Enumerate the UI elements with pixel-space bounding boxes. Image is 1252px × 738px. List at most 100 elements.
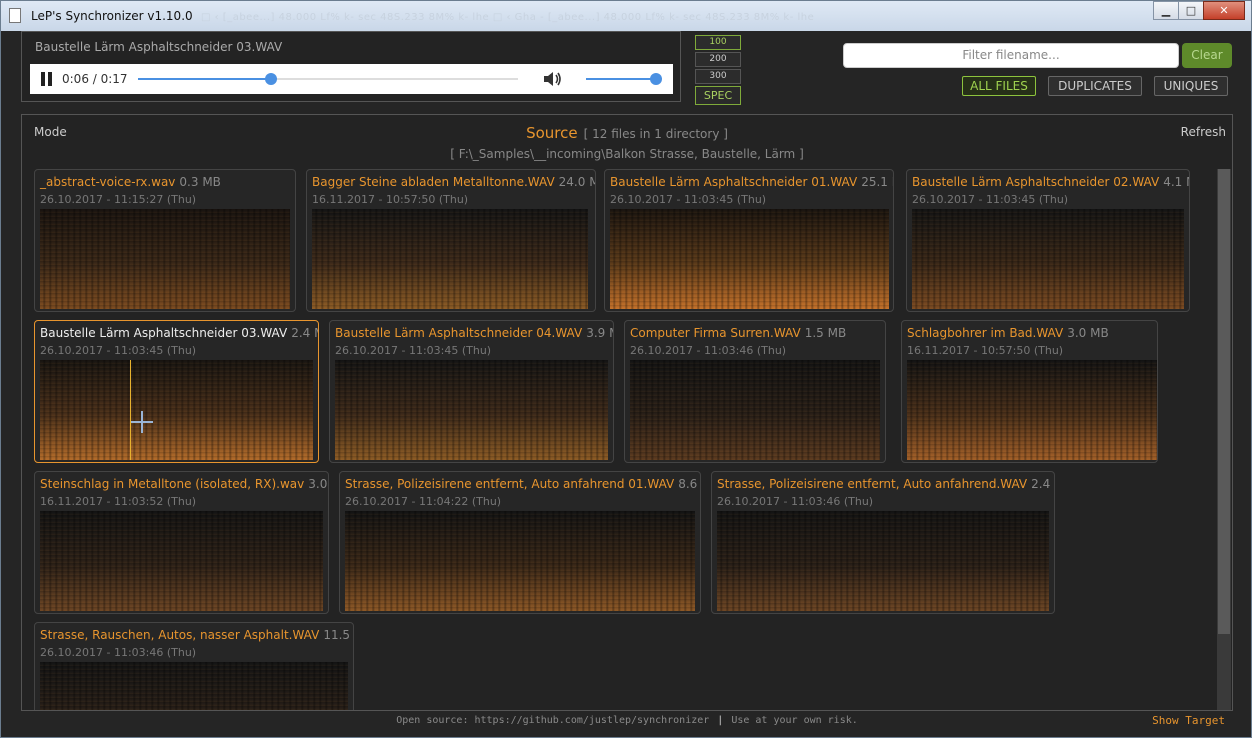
file-name: Baustelle Lärm Asphaltschneider 02.WAV 4.…: [912, 175, 1189, 189]
spectrogram[interactable]: [40, 209, 290, 309]
app-window: LeP's Synchronizer v1.10.0 □ ‹ [_abee...…: [0, 0, 1252, 738]
file-size: 3.0 MB: [308, 477, 328, 491]
file-card[interactable]: _abstract-voice-rx.wav 0.3 MB 26.10.2017 -…: [34, 169, 296, 312]
file-date: 26.10.2017 - 11:03:46 (Thu): [717, 495, 874, 508]
file-size: 8.6 MB: [678, 477, 700, 491]
file-name-text: Baustelle Lärm Asphaltschneider 01.WAV: [610, 175, 858, 189]
file-card[interactable]: Strasse, Polizeisirene entfernt, Auto an…: [339, 471, 701, 614]
file-card[interactable]: Schlagbohrer im Bad.WAV 3.0 MB 16.11.2017 …: [901, 320, 1158, 463]
maximize-icon[interactable]: □: [1178, 1, 1204, 20]
filter-input[interactable]: Filter filename...: [843, 43, 1179, 68]
uniques-button[interactable]: UNIQUES: [1154, 76, 1228, 96]
all-files-button[interactable]: ALL FILES: [962, 76, 1036, 96]
close-icon[interactable]: ✕: [1203, 1, 1245, 20]
file-name: Baustelle Lärm Asphaltschneider 01.WAV 25…: [610, 175, 893, 189]
file-name: Strasse, Polizeisirene entfernt, Auto an…: [717, 477, 1054, 491]
file-card[interactable]: Baustelle Lärm Asphaltschneider 01.WAV 25…: [604, 169, 894, 312]
file-card[interactable]: Baustelle Lärm Asphaltschneider 02.WAV 4.…: [906, 169, 1190, 312]
file-name: Schlagbohrer im Bad.WAV 3.0 MB: [907, 326, 1109, 340]
spectrogram[interactable]: [335, 360, 608, 460]
spectrogram[interactable]: [40, 360, 313, 460]
player-controls: 0:06 / 0:17: [30, 64, 673, 94]
pause-icon[interactable]: [41, 72, 53, 86]
footer-separator: |: [717, 715, 724, 726]
clear-button[interactable]: Clear: [1182, 43, 1232, 68]
file-grid: _abstract-voice-rx.wav 0.3 MB 26.10.2017 -…: [34, 169, 1218, 710]
window-title: LeP's Synchronizer v1.10.0: [31, 9, 193, 23]
file-date: 16.11.2017 - 11:03:52 (Thu): [40, 495, 197, 508]
file-name-text: _abstract-voice-rx.wav: [40, 175, 176, 189]
file-date: 26.10.2017 - 11:03:45 (Thu): [335, 344, 492, 357]
playback-cursor: [130, 360, 131, 460]
file-size: 0.3 MB: [179, 175, 221, 189]
file-name: Bagger Steine abladen Metalltonne.WAV 24.…: [312, 175, 595, 189]
file-card[interactable]: Steinschlag in Metalltone (isolated, RX)…: [34, 471, 329, 614]
spectrogram[interactable]: [40, 511, 323, 611]
file-card[interactable]: Bagger Steine abladen Metalltonne.WAV 24.…: [306, 169, 596, 312]
refresh-button[interactable]: Refresh: [1181, 125, 1226, 139]
seek-slider[interactable]: [138, 73, 518, 85]
file-name: Baustelle Lärm Asphaltschneider 03.WAV 2.…: [40, 326, 318, 340]
spectrogram[interactable]: [345, 511, 695, 611]
file-name-text: Strasse, Polizeisirene entfernt, Auto an…: [717, 477, 1028, 491]
file-card[interactable]: Baustelle Lärm Asphaltschneider 04.WAV 3.…: [329, 320, 614, 463]
file-size: 1.5 MB: [804, 326, 847, 340]
file-name: _abstract-voice-rx.wav 0.3 MB: [40, 175, 221, 189]
panel-title: Source: [526, 124, 578, 142]
file-date: 26.10.2017 - 11:03:45 (Thu): [610, 193, 767, 206]
spectrogram[interactable]: [907, 360, 1157, 460]
file-name-text: Baustelle Lärm Asphaltschneider 02.WAV: [912, 175, 1160, 189]
file-name: Strasse, Polizeisirene entfernt, Auto an…: [345, 477, 700, 491]
window-controls: ▁ □ ✕: [1153, 1, 1245, 21]
file-count: [ 12 files in 1 directory ]: [583, 127, 728, 141]
footer: Open source: https://github.com/justlep/…: [1, 715, 1252, 726]
minimize-icon[interactable]: ▁: [1153, 1, 1179, 20]
title-bar: LeP's Synchronizer v1.10.0 □ ‹ [_abee...…: [1, 1, 1251, 31]
file-name: Computer Firma Surren.WAV 1.5 MB: [630, 326, 846, 340]
file-card[interactable]: Computer Firma Surren.WAV 1.5 MB 26.10.201…: [624, 320, 886, 463]
file-name-text: Schlagbohrer im Bad.WAV: [907, 326, 1064, 340]
document-icon: [9, 8, 21, 23]
zoom-200-button[interactable]: 200: [695, 52, 741, 67]
file-date: 26.10.2017 - 11:04:22 (Thu): [345, 495, 502, 508]
file-name-text: Strasse, Polizeisirene entfernt, Auto an…: [345, 477, 675, 491]
show-target-button[interactable]: Show Target: [1152, 714, 1225, 727]
spectrogram[interactable]: [312, 209, 588, 309]
source-panel: Mode Source[ 12 files in 1 directory ] […: [21, 114, 1233, 711]
file-name: Strasse, Rauschen, Autos, nasser Asphalt…: [40, 628, 353, 642]
now-playing-title: Baustelle Lärm Asphaltschneider 03.WAV: [35, 40, 283, 54]
file-name-text: Steinschlag in Metalltone (isolated, RX)…: [40, 477, 305, 491]
seek-handle[interactable]: [265, 73, 277, 85]
spectrogram[interactable]: [717, 511, 1049, 611]
file-name-text: Strasse, Rauschen, Autos, nasser Asphalt…: [40, 628, 320, 642]
file-card[interactable]: Strasse, Rauschen, Autos, nasser Asphalt…: [34, 622, 354, 710]
file-date: 16.11.2017 - 10:57:50 (Thu): [907, 344, 1064, 357]
spectrogram[interactable]: [40, 662, 348, 710]
zoom-100-button[interactable]: 100: [695, 35, 741, 50]
crosshair-cursor-icon: [131, 411, 153, 433]
speaker-icon[interactable]: [543, 71, 563, 87]
zoom-300-button[interactable]: 300: [695, 69, 741, 84]
spectrogram[interactable]: [610, 209, 889, 309]
file-date: 26.10.2017 - 11:03:45 (Thu): [40, 344, 197, 357]
open-source-link[interactable]: Open source: https://github.com/justlep/…: [396, 715, 709, 726]
file-name-text: Computer Firma Surren.WAV: [630, 326, 801, 340]
file-size: 3.9 MB: [586, 326, 613, 340]
file-name: Steinschlag in Metalltone (isolated, RX)…: [40, 477, 328, 491]
volume-handle[interactable]: [650, 73, 662, 85]
file-card[interactable]: Strasse, Polizeisirene entfernt, Auto an…: [711, 471, 1055, 614]
duplicates-button[interactable]: DUPLICATES: [1048, 76, 1142, 96]
panel-header: Source [ 12 files in 1 directory ]: [22, 123, 1232, 142]
spectrogram[interactable]: [912, 209, 1184, 309]
spec-toggle-button[interactable]: SPEC: [695, 86, 741, 105]
volume-slider[interactable]: [586, 73, 662, 85]
file-size: 2.4 MB: [1031, 477, 1054, 491]
file-card[interactable]: Baustelle Lärm Asphaltschneider 03.WAV 2.…: [34, 320, 319, 463]
file-name-text: Baustelle Lärm Asphaltschneider 03.WAV: [40, 326, 288, 340]
file-name-text: Baustelle Lärm Asphaltschneider 04.WAV: [335, 326, 583, 340]
vertical-scrollbar[interactable]: [1217, 169, 1231, 710]
spectrogram[interactable]: [630, 360, 880, 460]
file-name: Baustelle Lärm Asphaltschneider 04.WAV 3.…: [335, 326, 613, 340]
scrollbar-thumb[interactable]: [1218, 169, 1230, 634]
file-size: 3.0 MB: [1067, 326, 1109, 340]
